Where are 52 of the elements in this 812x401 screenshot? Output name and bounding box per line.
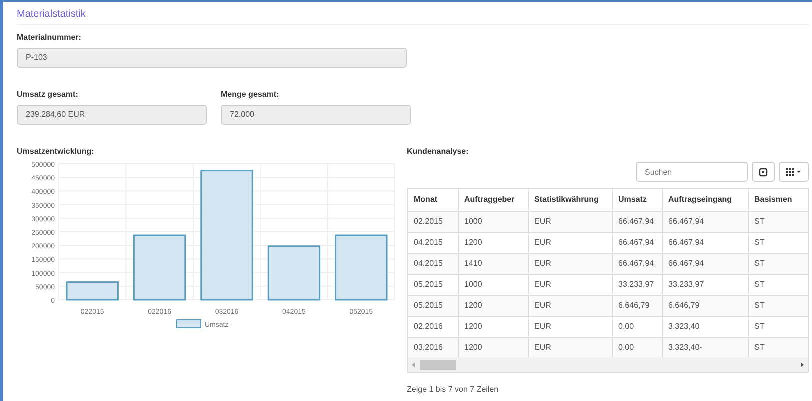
table-cell: 0.00 (612, 337, 662, 358)
table-cell: 1200 (458, 295, 528, 316)
column-header[interactable]: Auftraggeber (458, 189, 528, 211)
table-cell: 1000 (458, 211, 528, 232)
table-cell: 1410 (458, 253, 528, 274)
table-cell: 1200 (458, 337, 528, 358)
column-header[interactable]: Umsatz (612, 189, 662, 211)
table-cell: 66.467,94 (612, 253, 662, 274)
total-field[interactable]: 72.000 (221, 105, 411, 125)
grid-caret-icon (786, 168, 802, 176)
section-label: Umsatzentwicklung: (17, 147, 96, 156)
total-field[interactable]: 239.284,60 EUR (17, 105, 207, 125)
bar (133, 234, 186, 301)
pagination-info: Zeige 1 bis 7 von 7 Zeilen (407, 384, 500, 394)
table-cell: EUR (528, 337, 612, 358)
table-cell: 04.2015 (408, 253, 458, 274)
square-icon (759, 168, 768, 176)
table-cell: ST (748, 253, 808, 274)
scroll-thumb[interactable] (420, 360, 456, 370)
search-field[interactable]: Suchen (636, 162, 748, 182)
table-cell: 6.646,79 (612, 295, 662, 316)
section-label: Kundenanalyse: (407, 147, 470, 156)
table-cell: 66.467,94 (662, 253, 748, 274)
table-cell: 02.2015 (408, 211, 458, 232)
field-label: Menge gesamt: (221, 90, 280, 99)
legend-swatch (176, 320, 202, 328)
column-header[interactable]: Monat (408, 189, 458, 211)
field-label: Materialnummer: (17, 33, 82, 42)
column-header[interactable]: Basismen (748, 189, 808, 211)
table-cell: 66.467,94 (612, 211, 662, 232)
bar (335, 234, 388, 301)
bar (66, 282, 119, 301)
column-header[interactable]: Statistikwährung (528, 189, 612, 211)
column-header[interactable]: Auftragseingang (662, 189, 748, 211)
table-cell: 03.2016 (408, 337, 458, 358)
table-cell: 66.467,94 (662, 211, 748, 232)
table-cell: ST (748, 295, 808, 316)
table-cell: ST (748, 337, 808, 358)
columns-button[interactable] (779, 162, 809, 182)
field-label: Umsatz gesamt: (17, 90, 80, 99)
table-cell: 05.2015 (408, 295, 458, 316)
table-cell: EUR (528, 295, 612, 316)
toggle-button[interactable] (752, 162, 775, 182)
table-cell: 6.646,79 (662, 295, 748, 316)
panel-title: Materialstatistik (17, 6, 810, 25)
table-cell: EUR (528, 253, 612, 274)
horizontal-scrollbar[interactable] (408, 358, 808, 372)
table-cell: EUR (528, 211, 612, 232)
table-cell: ST (748, 211, 808, 232)
table-cell: 3.323,40- (662, 337, 748, 358)
material-field[interactable]: P-103 (17, 48, 407, 68)
bar (268, 246, 321, 301)
